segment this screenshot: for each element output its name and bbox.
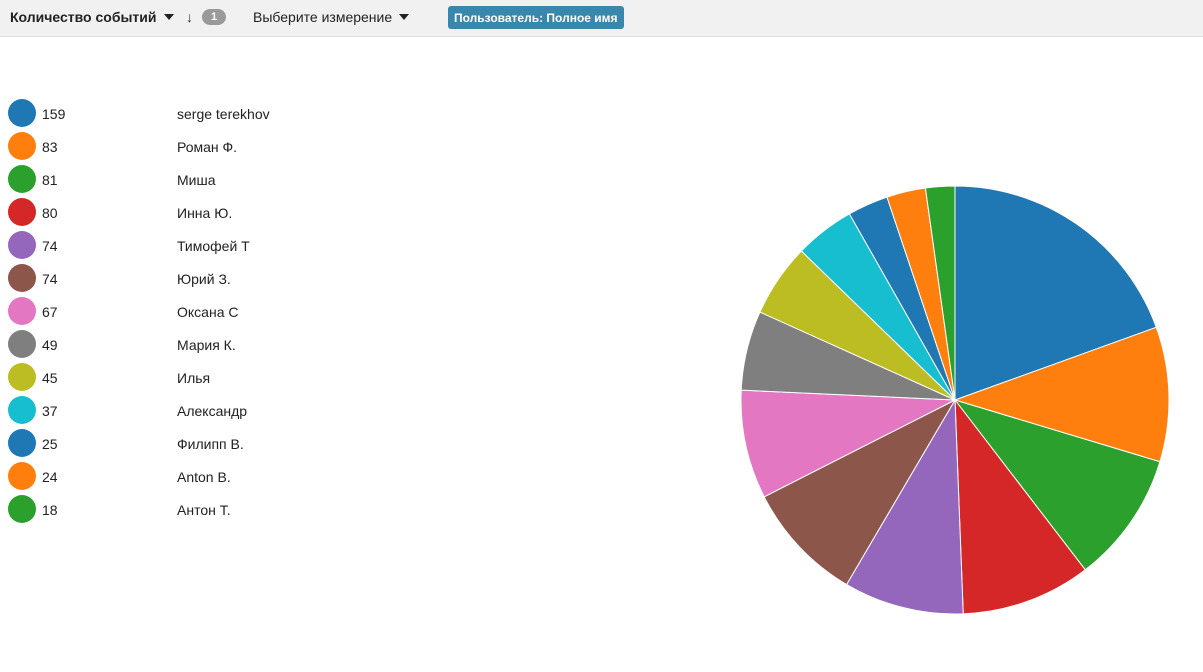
legend-swatch xyxy=(8,495,36,523)
count-badge-wrap: 1 xyxy=(202,0,226,34)
legend-swatch xyxy=(8,198,36,226)
legend-value: 67 xyxy=(42,304,58,320)
dimension-chip[interactable]: Пользователь: Полное имя xyxy=(448,6,624,29)
legend-value: 74 xyxy=(42,271,58,287)
legend-value: 45 xyxy=(42,370,58,386)
legend-value: 49 xyxy=(42,337,58,353)
legend-label: Илья xyxy=(177,370,211,386)
legend-value: 25 xyxy=(42,436,58,452)
legend-label: Мария К. xyxy=(177,337,236,353)
count-badge: 1 xyxy=(202,9,226,25)
legend-item[interactable]: 25 Филипп В. xyxy=(8,427,328,460)
legend-label: Филипп В. xyxy=(177,436,244,452)
legend-swatch xyxy=(8,132,36,160)
legend-swatch xyxy=(8,330,36,358)
legend-item[interactable]: 24 Anton B. xyxy=(8,460,328,493)
legend-value: 159 xyxy=(42,106,66,122)
legend-value: 74 xyxy=(42,238,58,254)
legend-item[interactable]: 159 serge terekhov xyxy=(8,97,328,130)
metric-label: Количество событий xyxy=(10,9,157,25)
legend-swatch xyxy=(8,264,36,292)
legend-label: Оксана С xyxy=(177,304,239,320)
legend-label: Юрий З. xyxy=(177,271,231,287)
legend-label: Александр xyxy=(177,403,248,419)
legend-swatch xyxy=(8,99,36,127)
legend-item[interactable]: 74 Тимофей Т xyxy=(8,229,328,262)
legend-label: Тимофей Т xyxy=(177,238,250,254)
legend-label: serge terekhov xyxy=(177,106,270,122)
legend-item[interactable]: 80 Инна Ю. xyxy=(8,196,328,229)
sort-descending-icon: ↓ xyxy=(186,9,193,25)
chart-legend: 159 serge terekhov 83 Роман Ф. 81 Миша 80 Инна … xyxy=(8,97,328,526)
legend-value: 24 xyxy=(42,469,58,485)
dimension-placeholder: Выберите измерение xyxy=(253,9,393,25)
legend-swatch xyxy=(8,429,36,457)
pie-chart xyxy=(740,185,1170,615)
legend-item[interactable]: 45 Илья xyxy=(8,361,328,394)
legend-item[interactable]: 74 Юрий З. xyxy=(8,262,328,295)
legend-swatch xyxy=(8,165,36,193)
legend-swatch xyxy=(8,297,36,325)
legend-label: Антон Т. xyxy=(177,502,231,518)
legend-item[interactable]: 83 Роман Ф. xyxy=(8,130,328,163)
legend-item[interactable]: 67 Оксана С xyxy=(8,295,328,328)
chevron-down-icon xyxy=(163,14,174,20)
legend-value: 81 xyxy=(42,172,58,188)
legend-item[interactable]: 18 Антон Т. xyxy=(8,493,328,526)
legend-label: Миша xyxy=(177,172,216,188)
toolbar: Количество событий ↓ 1 Выберите измерени… xyxy=(0,0,1203,37)
sort-toggle[interactable]: ↓ xyxy=(186,0,193,34)
legend-value: 37 xyxy=(42,403,58,419)
legend-value: 18 xyxy=(42,502,58,518)
legend-item[interactable]: 49 Мария К. xyxy=(8,328,328,361)
legend-item[interactable]: 81 Миша xyxy=(8,163,328,196)
legend-item[interactable]: 37 Александр xyxy=(8,394,328,427)
legend-label: Инна Ю. xyxy=(177,205,233,221)
legend-swatch xyxy=(8,396,36,424)
legend-label: Anton B. xyxy=(177,469,231,485)
legend-swatch xyxy=(8,231,36,259)
legend-label: Роман Ф. xyxy=(177,139,238,155)
legend-swatch xyxy=(8,462,36,490)
dimension-selector[interactable]: Выберите измерение xyxy=(253,0,410,34)
chevron-down-icon xyxy=(399,14,410,20)
metric-selector[interactable]: Количество событий xyxy=(10,0,174,34)
legend-value: 83 xyxy=(42,139,58,155)
legend-swatch xyxy=(8,363,36,391)
legend-value: 80 xyxy=(42,205,58,221)
